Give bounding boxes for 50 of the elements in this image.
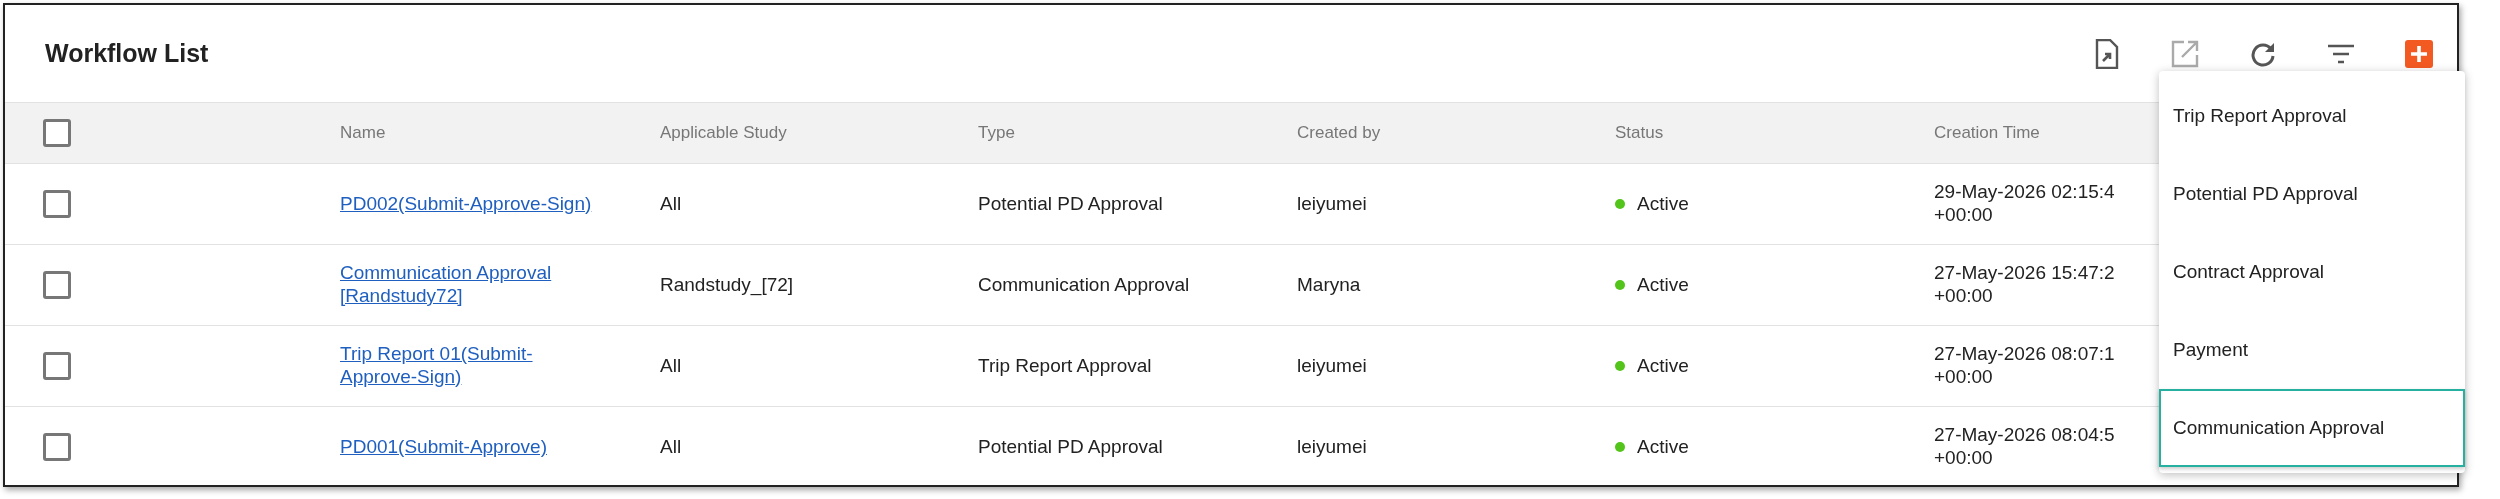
table-cell-text: +00:00 <box>1934 366 1994 389</box>
status-text: Active <box>1637 193 1689 215</box>
table-cell: leiyumei <box>1297 193 1367 215</box>
filter-icon <box>2327 43 2355 64</box>
column-header: Created by <box>1297 123 1381 143</box>
menu-item[interactable]: Potential PD Approval <box>2159 155 2465 233</box>
external-link-icon <box>2171 39 2199 68</box>
table-cell-text: +00:00 <box>1934 447 1994 470</box>
table-cell: Trip Report Approval <box>978 355 1152 377</box>
menu-item[interactable]: Contract Approval <box>2159 233 2465 311</box>
row-checkbox[interactable] <box>43 271 71 299</box>
workflow-link[interactable]: Trip Report 01(Submit-Approve-Sign) <box>340 343 605 389</box>
page-title: Workflow List <box>45 39 210 68</box>
workflow-link[interactable]: PD002(Submit-Approve-Sign) <box>340 192 592 216</box>
toolbar-button[interactable] <box>2403 37 2435 70</box>
column-header: Applicable Study <box>660 123 787 143</box>
workflow-link[interactable]: Communication Approval [Randstudy72] <box>340 262 605 308</box>
status-text: Active <box>1637 274 1689 296</box>
column-header: Name <box>340 123 386 143</box>
column-header: Type <box>978 123 1015 143</box>
row-checkbox[interactable] <box>43 433 71 461</box>
table-cell: Communication Approval <box>978 274 1190 296</box>
table-cell: All <box>660 193 682 215</box>
column-header: Creation Time <box>1934 123 2040 143</box>
column-header: Status <box>1615 123 1664 143</box>
table-cell: Potential PD Approval <box>978 436 1163 458</box>
status-text: Active <box>1637 355 1689 377</box>
table-cell: leiyumei <box>1297 436 1367 458</box>
table-cell: Maryna <box>1297 274 1361 296</box>
menu-item[interactable]: Trip Report Approval <box>2159 77 2465 155</box>
row-checkbox[interactable] <box>43 190 71 218</box>
table-cell: Potential PD Approval <box>978 193 1163 215</box>
table-cell: 27-May-2026 08:07:1 <box>1934 343 2115 366</box>
select-all-checkbox[interactable] <box>43 119 71 147</box>
table-cell: All <box>660 355 682 377</box>
add-icon <box>2405 39 2433 68</box>
row-checkbox[interactable] <box>43 352 71 380</box>
table-cell-text: +00:00 <box>1934 285 1994 308</box>
table-cell: All <box>660 436 682 458</box>
table-cell: 29-May-2026 02:15:4 <box>1934 181 2115 204</box>
table-cell: 27-May-2026 15:47:2 <box>1934 262 2115 285</box>
menu-item[interactable]: Payment <box>2159 311 2465 389</box>
table-cell: leiyumei <box>1297 355 1367 377</box>
file-export-icon <box>2095 38 2119 69</box>
table-cell: Randstudy_[72] <box>660 274 794 296</box>
table-cell: 27-May-2026 08:04:5 <box>1934 424 2115 447</box>
table-cell-text: +00:00 <box>1934 204 1994 227</box>
status-text: Active <box>1637 436 1689 458</box>
workflow-link[interactable]: PD001(Submit-Approve) <box>340 435 547 459</box>
menu-item[interactable]: Communication Approval <box>2159 389 2465 467</box>
